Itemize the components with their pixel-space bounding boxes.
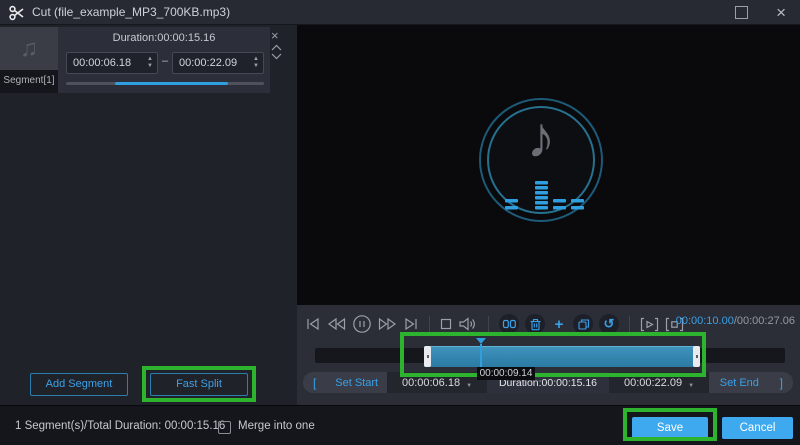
delete-segment-icon[interactable]	[525, 314, 545, 334]
transport-bar: + ↺	[305, 312, 684, 336]
spinner-arrows[interactable]: ▲ ▼	[249, 56, 263, 70]
trim-end-field[interactable]: 00:00:22.09 ▼	[609, 372, 709, 393]
scissors-icon	[8, 4, 26, 22]
playhead-tooltip: 00:00:09.14	[477, 367, 535, 380]
start-bracket: [	[303, 376, 326, 390]
spinner-arrows[interactable]: ▲ ▼	[143, 56, 157, 70]
equalizer-icon	[503, 181, 587, 211]
titlebar: Cut (file_example_MP3_700KB.mp3) ×	[0, 0, 800, 25]
spin-down-icon[interactable]: ▼	[147, 63, 153, 70]
timeline-selection[interactable]	[424, 346, 700, 367]
elapsed-time: 00:00:10.00	[676, 315, 734, 327]
window-title: Cut (file_example_MP3_700KB.mp3)	[32, 0, 230, 25]
set-start-button[interactable]: Set Start	[326, 377, 387, 389]
chevron-up-icon[interactable]	[271, 44, 282, 51]
selection-end-handle[interactable]	[693, 346, 700, 367]
segment-start-value[interactable]: 00:00:06.18	[67, 57, 143, 69]
trim-end-value[interactable]: 00:00:22.09	[624, 377, 682, 389]
play-section-icon[interactable]	[640, 317, 659, 332]
set-end-button[interactable]: Set End	[709, 377, 770, 389]
skip-to-end-icon[interactable]	[403, 317, 419, 331]
segment-editor-card: Duration:00:00:15.16 00:00:06.18 ▲ ▼ – 0…	[58, 27, 270, 93]
rewind-icon[interactable]	[327, 317, 346, 331]
selection-start-handle[interactable]	[424, 346, 431, 367]
segment-list-panel: ♫ Segment[1] Duration:00:00:15.16 00:00:…	[0, 25, 297, 405]
reset-icon[interactable]: ↺	[599, 314, 619, 334]
skip-to-start-icon[interactable]	[305, 317, 321, 331]
range-dash: –	[158, 55, 172, 67]
segment-range-fill	[115, 82, 228, 85]
merge-label[interactable]: Merge into one	[238, 406, 315, 445]
dropdown-arrow-icon[interactable]: ▼	[466, 383, 472, 389]
fast-forward-icon[interactable]	[378, 317, 397, 331]
segment-remove-icon[interactable]: ×	[271, 28, 279, 43]
total-time: /00:00:27.06	[734, 315, 795, 327]
save-button[interactable]: Save	[632, 417, 708, 439]
fast-split-button[interactable]: Fast Split	[150, 373, 248, 396]
stop-icon[interactable]	[440, 318, 452, 330]
add-segment-button[interactable]: Add Segment	[30, 373, 128, 396]
pause-icon[interactable]	[352, 314, 372, 334]
spin-down-icon[interactable]: ▼	[253, 63, 259, 70]
divider	[429, 316, 430, 332]
add-segment-icon[interactable]: +	[551, 316, 567, 333]
segment-start-time-spinner[interactable]: 00:00:06.18 ▲ ▼	[66, 52, 158, 74]
trim-start-field[interactable]: 00:00:06.18 ▼	[387, 372, 487, 393]
divider	[629, 316, 630, 332]
dropdown-arrow-icon[interactable]: ▼	[688, 383, 694, 389]
segment-end-time-spinner[interactable]: 00:00:22.09 ▲ ▼	[172, 52, 264, 74]
trim-settings-bar: [ Set Start 00:00:06.18 ▼ Duration:00:00…	[303, 372, 793, 393]
music-note-icon: ♫	[20, 35, 38, 62]
end-bracket: ]	[770, 376, 793, 390]
spin-up-icon[interactable]: ▲	[253, 56, 259, 63]
segment-range-bar[interactable]	[66, 82, 264, 85]
chevron-down-icon[interactable]	[271, 53, 282, 60]
cut-dialog-window: Cut (file_example_MP3_700KB.mp3) × ♫ Seg…	[0, 0, 800, 445]
segment-duration-label: Duration:00:00:15.16	[58, 32, 270, 44]
music-note-icon: ♪	[501, 104, 581, 171]
split-segment-icon[interactable]	[499, 314, 519, 334]
playhead-line	[480, 344, 482, 367]
segment-summary: 1 Segment(s)/Total Duration: 00:00:15.16	[15, 406, 225, 445]
segment-reorder-controls	[271, 44, 282, 60]
maximize-icon[interactable]	[735, 6, 748, 19]
status-bar: 1 Segment(s)/Total Duration: 00:00:15.16…	[0, 405, 800, 445]
spin-up-icon[interactable]: ▲	[147, 56, 153, 63]
close-window-icon[interactable]: ×	[776, 1, 786, 24]
cancel-button[interactable]: Cancel	[722, 417, 793, 439]
segment-label: Segment[1]	[0, 75, 58, 86]
playback-timecode: 00:00:10.00/00:00:27.06	[676, 315, 795, 327]
segment-thumbnail[interactable]: ♫	[0, 27, 58, 70]
divider	[488, 316, 489, 332]
merge-checkbox[interactable]	[218, 421, 231, 434]
volume-icon[interactable]	[458, 316, 478, 332]
trim-start-value[interactable]: 00:00:06.18	[402, 377, 460, 389]
segment-end-value[interactable]: 00:00:22.09	[173, 57, 249, 69]
copy-segment-icon[interactable]	[573, 314, 593, 334]
